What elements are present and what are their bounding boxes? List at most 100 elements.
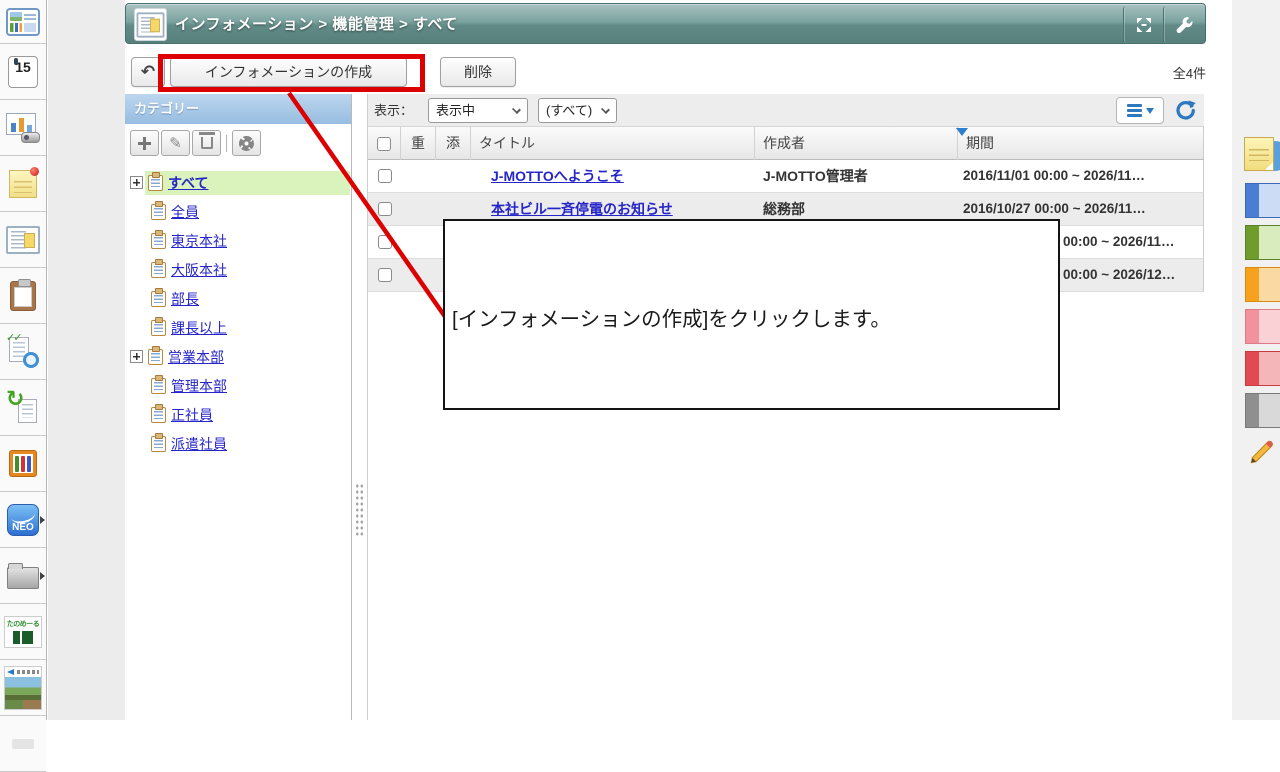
select-all-checkbox[interactable] bbox=[377, 136, 391, 151]
column-important[interactable]: 重 bbox=[401, 127, 436, 160]
tutorial-callout: [インフォメーションの作成]をクリックします。 bbox=[443, 219, 1060, 410]
plus-icon bbox=[138, 136, 151, 150]
clipboard-icon bbox=[10, 278, 36, 311]
category-item[interactable]: 管理本部 bbox=[125, 371, 351, 400]
row-period: 2016/11/01 00:00 ~ 2026/11… bbox=[963, 168, 1146, 183]
dock-item-travel-banner[interactable] bbox=[0, 660, 46, 716]
gear-icon bbox=[239, 135, 254, 151]
tanomeru-label: たのめーる bbox=[6, 620, 40, 628]
add-category-button[interactable] bbox=[130, 130, 159, 156]
flyout-arrow-icon bbox=[40, 571, 45, 580]
row-checkbox[interactable] bbox=[377, 235, 392, 249]
row-checkbox[interactable] bbox=[377, 202, 392, 216]
panel-splitter[interactable] bbox=[352, 94, 368, 720]
delete-category-button[interactable] bbox=[192, 130, 221, 156]
dock-item-todo[interactable] bbox=[0, 156, 46, 212]
column-creator[interactable]: 作成者 bbox=[755, 127, 958, 160]
dock-item-document[interactable] bbox=[0, 436, 46, 492]
gray-note-swatch[interactable] bbox=[1245, 393, 1280, 428]
category-item[interactable]: 課長以上 bbox=[125, 313, 351, 342]
bookshelf-icon bbox=[9, 450, 37, 477]
dock-item-portal[interactable] bbox=[0, 0, 46, 44]
row-period: 00:00 ~ 2026/12… bbox=[1063, 267, 1176, 282]
table-header: 重 添 タイトル 作成者 期間 bbox=[368, 127, 1204, 160]
row-title-link[interactable]: J-MOTTOへようこそ bbox=[491, 160, 624, 192]
breadcrumb-title: インフォメーション > 機能管理 > すべて bbox=[175, 16, 458, 33]
column-period[interactable]: 期間 bbox=[956, 127, 1204, 160]
category-item[interactable]: 派遣社員 bbox=[125, 429, 351, 458]
scope-filter-select[interactable]: (すべて) bbox=[538, 98, 617, 123]
dock-item-cabinet[interactable] bbox=[0, 548, 46, 604]
category-icon bbox=[151, 375, 166, 394]
category-toolbar bbox=[125, 124, 351, 162]
row-creator: J-MOTTO管理者 bbox=[763, 168, 868, 184]
row-checkbox[interactable] bbox=[377, 169, 392, 183]
list-menu-button[interactable] bbox=[1116, 97, 1164, 124]
edit-category-button[interactable] bbox=[161, 130, 190, 156]
module-titlebar: インフォメーション > 機能管理 > すべて bbox=[125, 3, 1206, 44]
dock-item-schedule[interactable]: 15 bbox=[0, 44, 46, 100]
row-checkbox[interactable] bbox=[377, 268, 392, 282]
category-icon bbox=[151, 433, 166, 452]
dock-item-information[interactable] bbox=[0, 212, 46, 268]
left-gap bbox=[48, 0, 125, 720]
category-icon bbox=[151, 230, 166, 249]
wrench-icon bbox=[1176, 17, 1193, 34]
bulletin-board-icon bbox=[6, 225, 40, 254]
dock-item-partial bbox=[0, 716, 46, 772]
caret-down-icon bbox=[1145, 107, 1154, 114]
category-item[interactable]: 全員 bbox=[125, 197, 351, 226]
tutorial-callout-text: [インフォメーションの作成]をクリックします。 bbox=[452, 308, 891, 331]
status-filter-select[interactable]: 表示中 bbox=[428, 98, 528, 123]
category-panel-title: カテゴリー bbox=[125, 94, 351, 124]
category-settings-button[interactable] bbox=[232, 130, 261, 156]
tanomeru-icon: たのめーる bbox=[4, 615, 42, 648]
dock-item-tanomeru[interactable]: たのめーる bbox=[0, 604, 46, 660]
orange-note-swatch[interactable] bbox=[1245, 267, 1280, 302]
splitter-grip[interactable] bbox=[355, 483, 364, 537]
menu-icon bbox=[1126, 104, 1142, 117]
category-item[interactable]: 東京本社 bbox=[125, 226, 351, 255]
dock-item-workflow[interactable]: ✓✓ bbox=[0, 324, 46, 380]
green-note-swatch[interactable] bbox=[1245, 225, 1280, 260]
delete-button[interactable]: 削除 bbox=[440, 57, 516, 87]
category-icon bbox=[151, 259, 166, 278]
category-icon bbox=[151, 201, 166, 220]
approval-search-icon: ✓✓ bbox=[6, 332, 39, 368]
refresh-icon bbox=[1176, 100, 1196, 120]
pink-note-swatch[interactable] bbox=[1245, 309, 1280, 344]
red-note-swatch[interactable] bbox=[1245, 351, 1280, 386]
folder-icon bbox=[7, 563, 39, 589]
dock-item-facility[interactable] bbox=[0, 100, 46, 156]
select-all-cell bbox=[368, 127, 401, 160]
pencil-tool-icon[interactable] bbox=[1246, 436, 1278, 473]
dock-item-circulation[interactable]: ↻ bbox=[0, 380, 46, 436]
dock-item-minutes[interactable] bbox=[0, 268, 46, 324]
dock-item-neo[interactable]: NEO bbox=[0, 492, 46, 548]
filter-label: 表示： bbox=[374, 103, 414, 118]
category-icon bbox=[151, 404, 166, 423]
partial-icon bbox=[12, 738, 34, 749]
travel-banner-icon bbox=[4, 665, 42, 710]
category-item[interactable]: 正社員 bbox=[125, 400, 351, 429]
category-item[interactable]: 部長 bbox=[125, 284, 351, 313]
settings-button[interactable] bbox=[1163, 6, 1203, 43]
category-icon bbox=[151, 288, 166, 307]
app-dock: 15 ✓✓ ↻ NEO たのめーる bbox=[0, 0, 47, 772]
sticky-note-tool-icon[interactable] bbox=[1242, 135, 1280, 181]
expand-icon bbox=[1136, 17, 1151, 32]
category-item[interactable]: 営業本部 bbox=[125, 342, 351, 371]
maximize-button[interactable] bbox=[1123, 6, 1163, 43]
expand-plus-icon[interactable] bbox=[130, 176, 143, 189]
category-item-all[interactable]: すべて bbox=[125, 168, 351, 197]
category-item[interactable]: 大阪本社 bbox=[125, 255, 351, 284]
column-title[interactable]: タイトル bbox=[471, 127, 755, 160]
refresh-button[interactable] bbox=[1173, 98, 1199, 124]
circulation-icon: ↻ bbox=[6, 386, 39, 423]
expand-plus-icon[interactable] bbox=[130, 350, 143, 363]
table-row[interactable]: J-MOTTOへようこそ J-MOTTO管理者 2016/11/01 00:00… bbox=[368, 160, 1204, 193]
blue-note-swatch[interactable] bbox=[1245, 183, 1280, 218]
filter-bar: 表示： 表示中 (すべて) bbox=[368, 94, 1204, 127]
information-module-icon bbox=[134, 8, 167, 41]
column-attachment[interactable]: 添 bbox=[436, 127, 471, 160]
